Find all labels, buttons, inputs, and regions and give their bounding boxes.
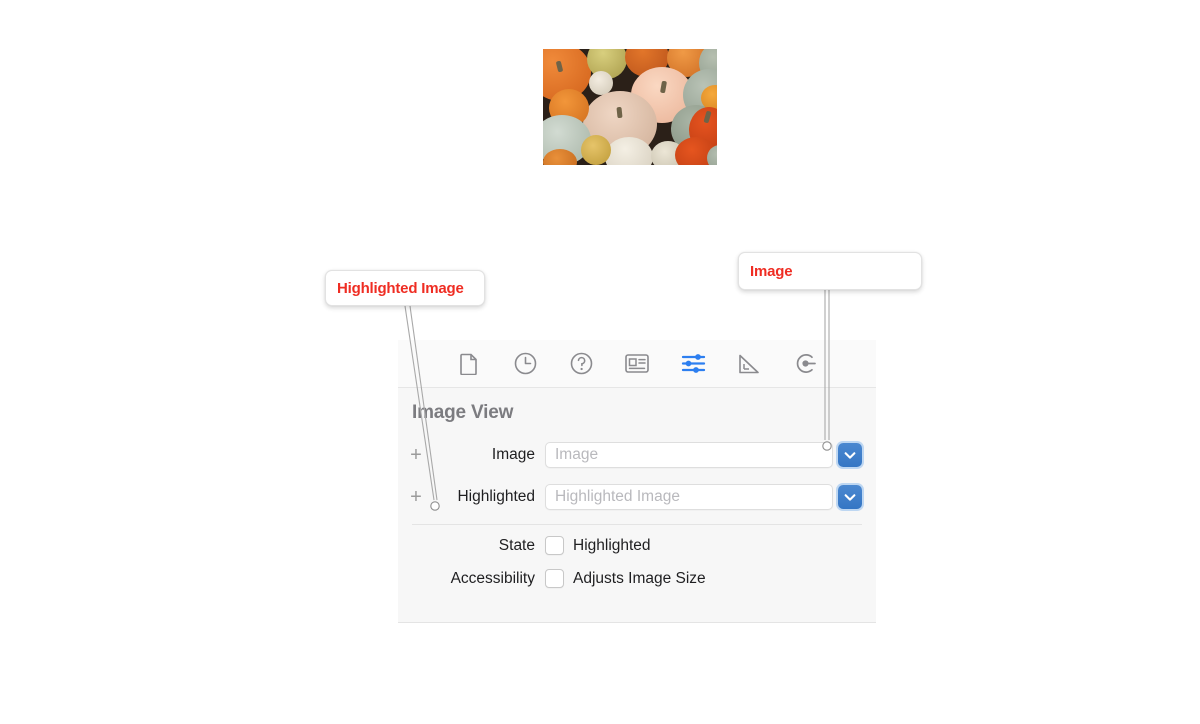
screenshot-root: Highlighted Image Image Image View + Ima… — [0, 0, 1200, 724]
callout-image-label: Image — [750, 262, 793, 280]
callout-image: Image — [738, 252, 922, 290]
callout-highlighted-image: Highlighted Image — [325, 270, 485, 306]
leader-line-image — [822, 290, 832, 451]
callout-highlighted-image-label: Highlighted Image — [337, 279, 464, 297]
